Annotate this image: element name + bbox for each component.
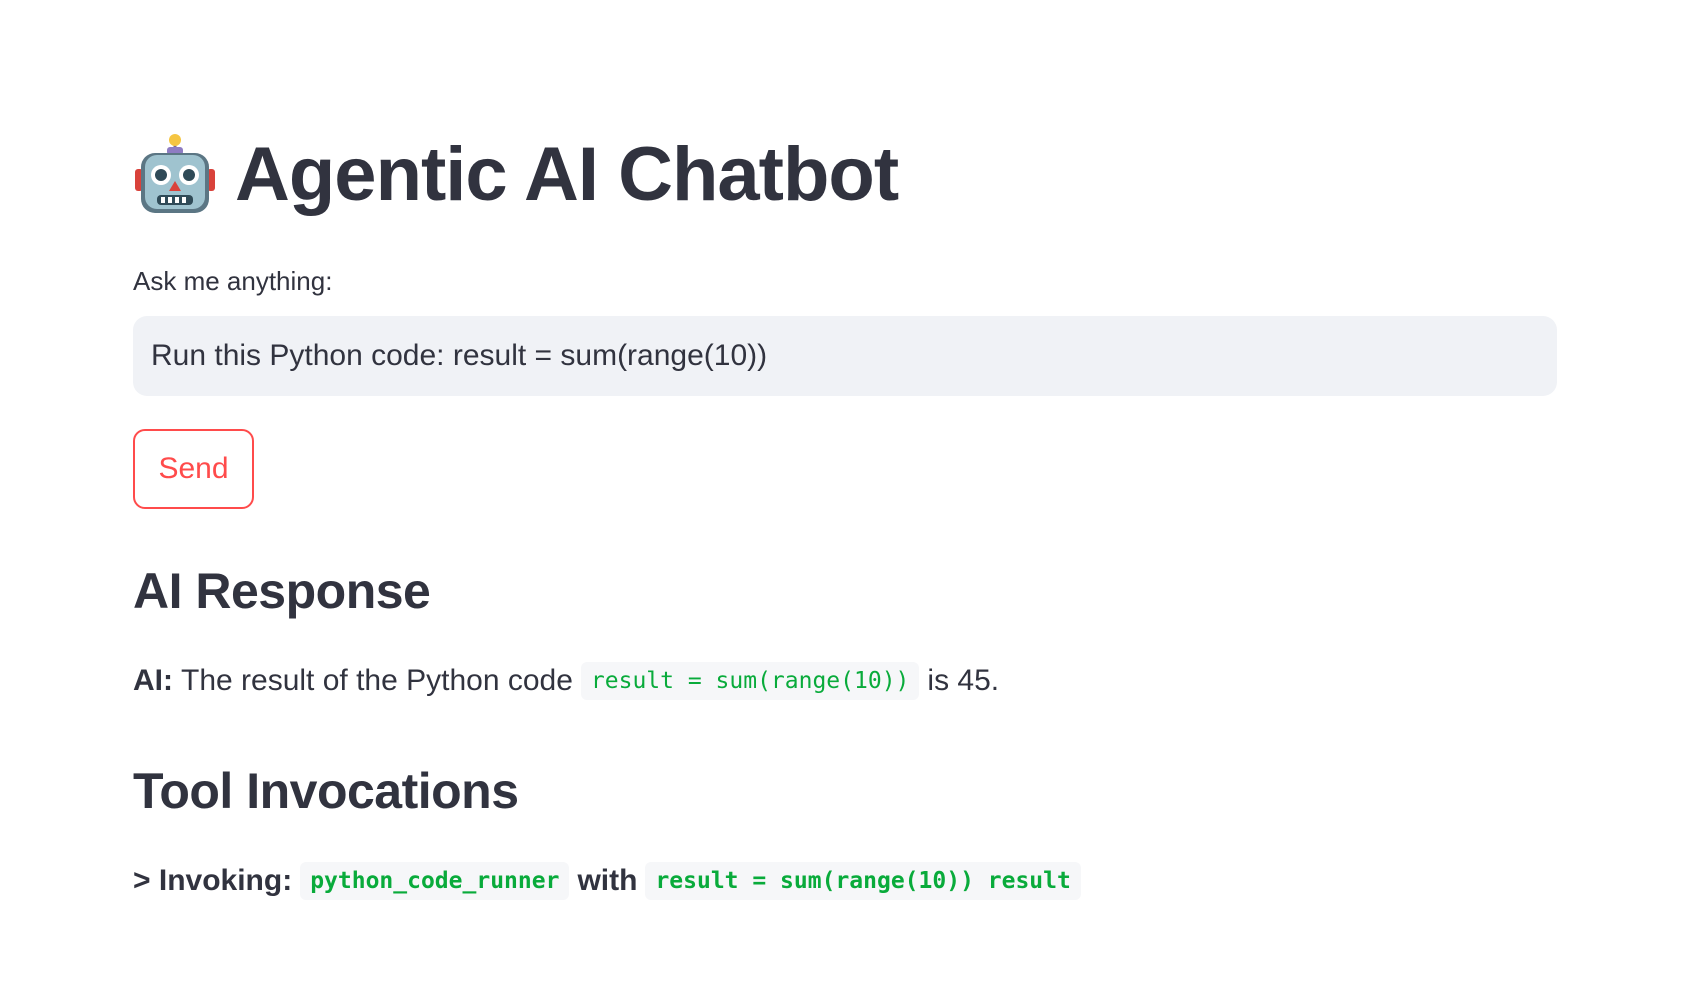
page-title: Agentic AI Chatbot bbox=[235, 132, 899, 217]
tool-name-code: python_code_runner bbox=[300, 862, 570, 900]
question-label: Ask me anything: bbox=[133, 266, 333, 296]
question-input[interactable] bbox=[133, 316, 1557, 396]
response-text-after: is 45. bbox=[927, 664, 1000, 697]
speaker-label: AI: bbox=[133, 664, 173, 697]
send-button[interactable]: Send bbox=[133, 429, 254, 509]
invoking-prefix: > Invoking: bbox=[133, 864, 293, 897]
tool-invocation-line: > Invoking: python_code_runner with resu… bbox=[133, 862, 1089, 900]
ai-response-heading: AI Response bbox=[133, 563, 431, 619]
response-code: result = sum(range(10)) bbox=[580, 662, 920, 700]
ai-response-message: AI: The result of the Python code result… bbox=[133, 662, 999, 700]
connector-text: with bbox=[577, 864, 638, 897]
tool-invocations-heading: Tool Invocations bbox=[133, 763, 519, 819]
title-row: Agentic AI Chatbot bbox=[133, 120, 899, 230]
robot-icon bbox=[133, 133, 217, 217]
response-text-before: The result of the Python code bbox=[181, 664, 573, 697]
tool-args-code: result = sum(range(10)) result bbox=[645, 862, 1081, 900]
